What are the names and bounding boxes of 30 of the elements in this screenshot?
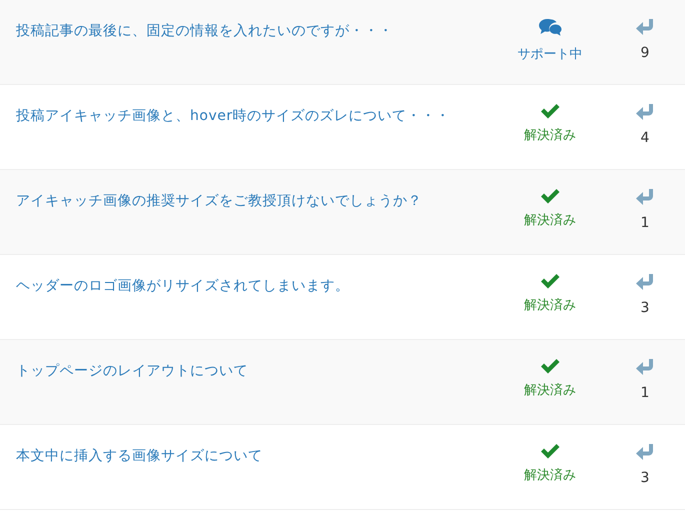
topic-link[interactable]: ヘッダーのロゴ画像がリサイズされてしまいます。 [16,278,350,294]
status-label: 解決済み [524,127,576,145]
reply-arrow-icon [635,188,655,206]
status-label: 解決済み [524,212,576,230]
status-label: サポート中 [518,46,582,64]
checkmark-icon [540,358,560,374]
reply-arrow-icon [635,358,655,376]
reply-arrow-icon [635,18,655,36]
topic-link[interactable]: 投稿アイキャッチ画像と、hover時のサイズのズレについて・・・ [16,108,450,124]
topic-link[interactable]: 投稿記事の最後に、固定の情報を入れたいのですが・・・ [16,23,393,39]
status-label: 解決済み [524,467,576,485]
reply-count: 1 [640,384,650,402]
checkmark-icon [540,443,560,459]
checkmark-icon [540,273,560,289]
status-label: 解決済み [524,297,576,315]
reply-count: 3 [640,299,650,317]
reply-arrow-icon [635,443,655,461]
topic-link[interactable]: 本文中に挿入する画像サイズについて [16,448,262,464]
topic-link[interactable]: アイキャッチ画像の推奨サイズをご教授頂けないでしょうか？ [16,193,422,209]
reply-count: 4 [640,129,650,147]
reply-arrow-icon [635,103,655,121]
checkmark-icon [540,103,560,119]
checkmark-icon [540,188,560,204]
topic-link[interactable]: トップページのレイアウトについて [16,363,248,379]
reply-count: 1 [640,214,650,232]
reply-count: 9 [640,44,650,62]
reply-count: 3 [640,469,650,487]
reply-arrow-icon [635,273,655,291]
status-label: 解決済み [524,382,576,400]
chat-bubbles-icon [538,18,562,38]
